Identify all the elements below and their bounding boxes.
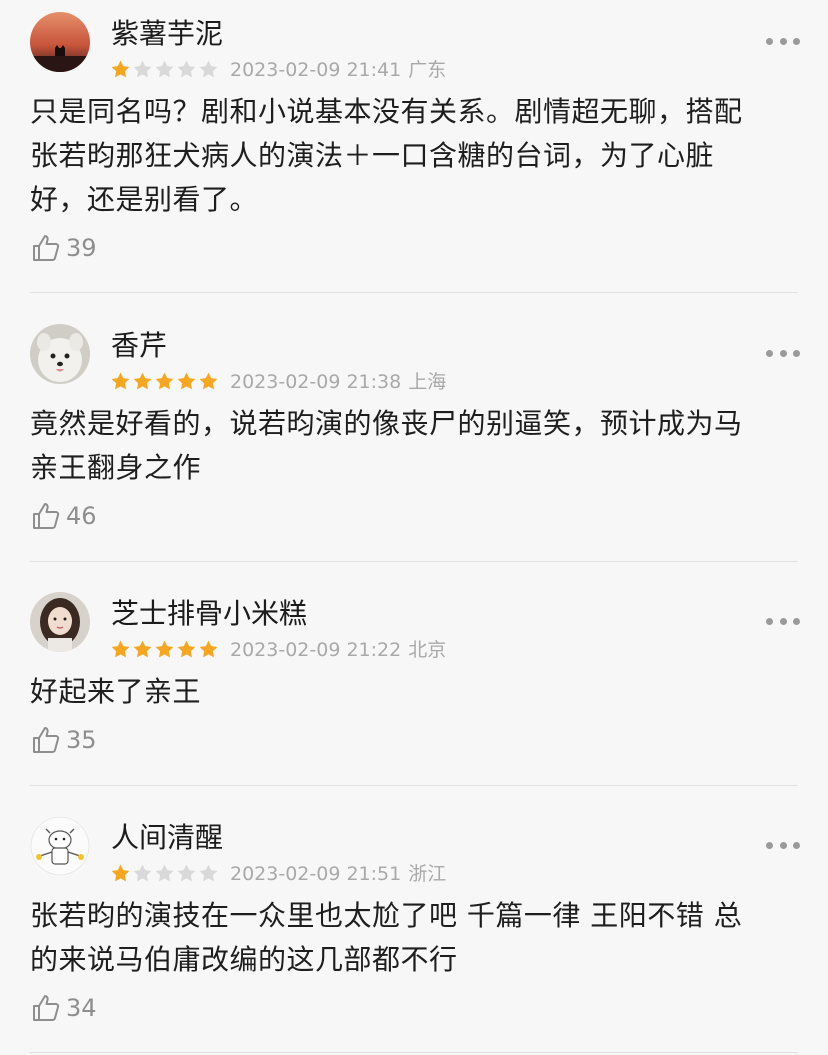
user-name[interactable]: 香芹	[111, 329, 167, 363]
review-date: 2023-02-09 21:38	[230, 371, 402, 393]
rating-stars	[110, 863, 219, 885]
star-filled-icon	[199, 372, 218, 390]
review-date: 2023-02-09 21:51	[230, 863, 402, 885]
rating-stars	[110, 639, 219, 661]
star-empty-icon	[155, 864, 174, 882]
review-text-line: 张若昀的演技在一众里也太尬了吧 千篇一律 王阳不错 总	[30, 899, 743, 932]
star-filled-icon	[133, 372, 152, 390]
review-date: 2023-02-09 21:41	[230, 59, 402, 81]
more-dots-icon[interactable]	[766, 347, 800, 359]
star-empty-icon	[155, 60, 174, 78]
review-text-line: 只是同名吗？剧和小说基本没有关系。剧情超无聊，搭配	[30, 95, 743, 128]
like-button[interactable]: 46	[30, 499, 97, 533]
like-count: 39	[66, 234, 97, 262]
review-text-line: 好，还是别看了。	[30, 183, 259, 216]
review-text: 竟然是好看的，说若昀演的像丧尸的别逼笑，预计成为马 亲王翻身之作	[30, 402, 802, 490]
sunset-cat-avatar[interactable]	[30, 12, 90, 72]
star-filled-icon	[111, 372, 130, 390]
review-text-line: 的来说马伯庸改编的这几部都不行	[30, 943, 458, 976]
review-meta: 2023-02-09 21:22 北京	[230, 639, 446, 661]
review-text: 只是同名吗？剧和小说基本没有关系。剧情超无聊，搭配 张若昀那狂犬病人的演法＋一口…	[30, 90, 802, 222]
star-filled-icon	[111, 60, 130, 78]
star-filled-icon	[155, 372, 174, 390]
like-count: 46	[66, 502, 97, 530]
star-empty-icon	[177, 60, 196, 78]
star-filled-icon	[177, 640, 196, 658]
user-name[interactable]: 人间清醒	[111, 821, 223, 855]
review-location: 浙江	[408, 863, 447, 885]
review-date: 2023-02-09 21:22	[230, 639, 402, 661]
like-count: 34	[66, 994, 97, 1022]
review-list: 紫薯芋泥 2023-02-09 21:41 广东 只是同名吗？剧和小说基本没有关系…	[0, 0, 828, 1055]
review-text: 好起来了亲王	[30, 670, 802, 714]
cartoon-cow-avatar[interactable]	[30, 816, 90, 876]
divider	[30, 1052, 798, 1053]
review-text-line: 张若昀那狂犬病人的演法＋一口含糖的台词，为了心脏	[30, 139, 715, 172]
thumbs-up-icon	[33, 727, 60, 753]
like-button[interactable]: 35	[30, 723, 97, 757]
star-filled-icon	[111, 864, 130, 882]
review-text-line: 亲王翻身之作	[30, 451, 202, 484]
star-filled-icon	[133, 640, 152, 658]
review-location: 上海	[408, 371, 447, 393]
like-count: 35	[66, 726, 97, 754]
more-dots-icon[interactable]	[766, 839, 800, 851]
rating-stars	[110, 59, 219, 81]
review-meta: 2023-02-09 21:51 浙江	[230, 863, 446, 885]
review-location: 北京	[408, 639, 447, 661]
user-name[interactable]: 紫薯芋泥	[111, 17, 223, 51]
review-meta: 2023-02-09 21:38 上海	[230, 371, 446, 393]
star-filled-icon	[199, 640, 218, 658]
like-button[interactable]: 34	[30, 991, 97, 1025]
thumbs-up-icon	[33, 235, 60, 261]
divider	[30, 561, 798, 562]
divider	[30, 785, 798, 786]
white-dog-avatar[interactable]	[30, 324, 90, 384]
star-empty-icon	[199, 60, 218, 78]
more-dots-icon[interactable]	[766, 615, 800, 627]
review-text-line: 竟然是好看的，说若昀演的像丧尸的别逼笑，预计成为马	[30, 407, 743, 440]
user-name[interactable]: 芝士排骨小米糕	[111, 597, 307, 631]
star-filled-icon	[177, 372, 196, 390]
review-text: 张若昀的演技在一众里也太尬了吧 千篇一律 王阳不错 总 的来说马伯庸改编的这几部…	[30, 894, 802, 982]
star-filled-icon	[155, 640, 174, 658]
divider	[30, 292, 798, 293]
star-empty-icon	[177, 864, 196, 882]
review-text-line: 好起来了亲王	[30, 675, 202, 708]
thumbs-up-icon	[33, 995, 60, 1021]
review-meta: 2023-02-09 21:41 广东	[230, 59, 446, 81]
star-empty-icon	[199, 864, 218, 882]
like-button[interactable]: 39	[30, 231, 97, 265]
star-empty-icon	[133, 864, 152, 882]
star-filled-icon	[111, 640, 130, 658]
girl-portrait-avatar[interactable]	[30, 592, 90, 652]
more-dots-icon[interactable]	[766, 35, 800, 47]
thumbs-up-icon	[33, 503, 60, 529]
rating-stars	[110, 371, 219, 393]
star-empty-icon	[133, 60, 152, 78]
review-location: 广东	[408, 59, 447, 81]
